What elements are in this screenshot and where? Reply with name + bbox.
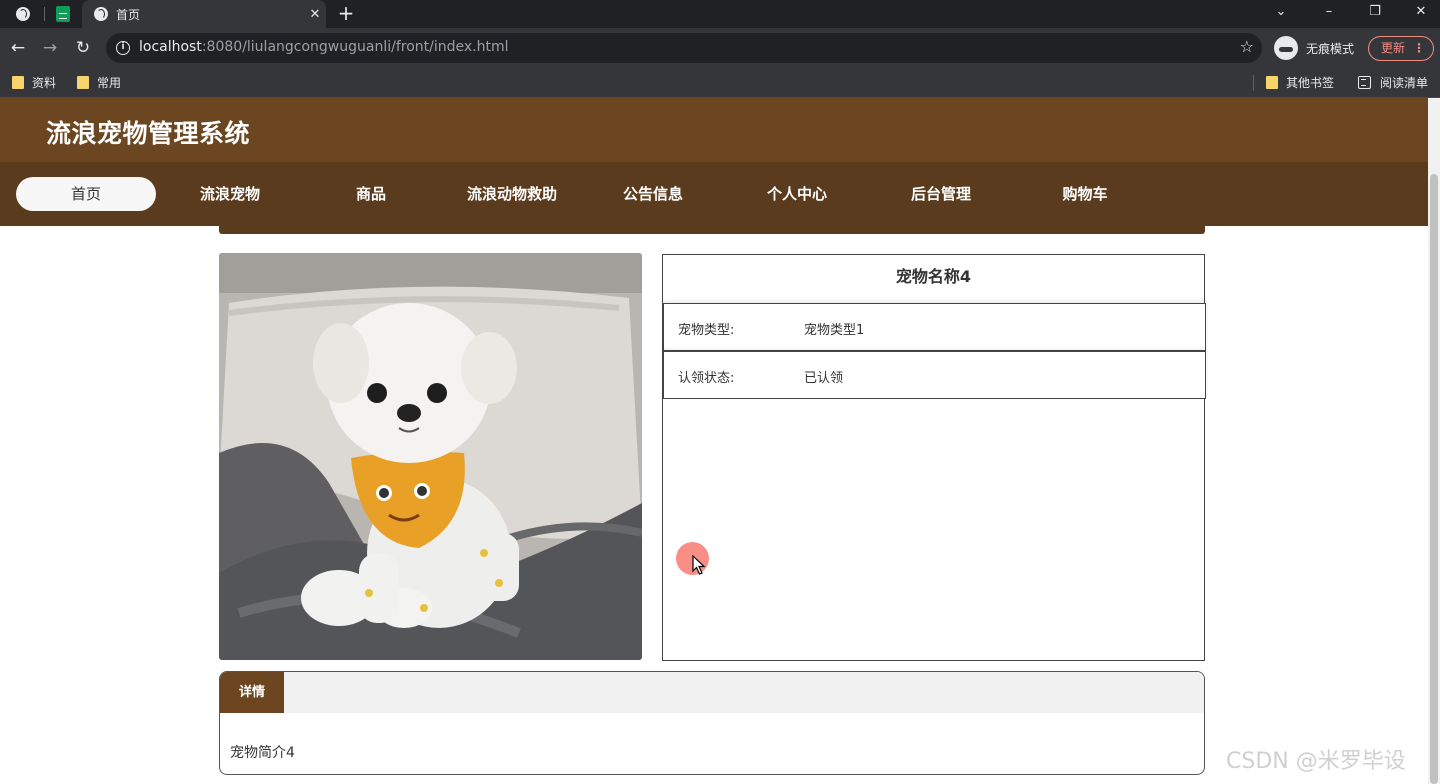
folder-icon xyxy=(1266,76,1278,89)
pet-info-panel: 宠物名称4 宠物类型: 宠物类型1 认领状态: 已认领 xyxy=(662,254,1206,661)
forward-arrow-icon[interactable]: → xyxy=(38,36,62,60)
adoption-status-label: 认领状态: xyxy=(678,371,735,386)
nav-item-admin[interactable]: 后台管理 xyxy=(871,177,1011,211)
url-text[interactable]: localhost:8080/liulangcongwuguanli/front… xyxy=(139,39,509,55)
minimize-button[interactable]: – xyxy=(1314,1,1344,23)
page-content: 流浪宠物管理系统 首页 流浪宠物 商品 流浪动物救助 公告信息 个人中心 后台管… xyxy=(0,98,1428,784)
pet-photo xyxy=(219,253,642,660)
pointer-icon xyxy=(692,555,706,575)
window-close-button[interactable]: ✕ xyxy=(1406,1,1436,23)
bookmark-label: 常用 xyxy=(97,76,122,90)
site-nav: 首页 流浪宠物 商品 流浪动物救助 公告信息 个人中心 后台管理 购物车 xyxy=(0,162,1428,226)
site-header: 流浪宠物管理系统 xyxy=(0,98,1428,162)
bookmark-star-icon[interactable]: ☆ xyxy=(1240,37,1254,56)
bookmark-label: 资料 xyxy=(32,76,57,90)
nav-underbar xyxy=(219,226,1205,234)
adoption-status-value: 已认领 xyxy=(804,371,844,386)
scrollbar-thumb[interactable] xyxy=(1430,174,1438,784)
bookmark-folder-changyong[interactable]: 常用 xyxy=(77,74,121,91)
tab-details[interactable]: 详情 xyxy=(220,672,284,713)
nav-item-rescue[interactable]: 流浪动物救助 xyxy=(442,177,582,211)
tab-title: 首页 xyxy=(116,7,141,22)
incognito-icon xyxy=(1274,36,1298,60)
new-tab-button[interactable]: + xyxy=(336,2,356,24)
incognito-indicator[interactable]: 无痕模式 xyxy=(1274,35,1354,61)
bookmark-label: 其他书签 xyxy=(1286,76,1335,90)
pet-type-label: 宠物类型: xyxy=(678,323,735,338)
reading-list[interactable]: 阅读清单 xyxy=(1358,74,1428,91)
pinned-sheets-tab[interactable] xyxy=(48,3,78,25)
update-label: 更新 xyxy=(1381,41,1406,55)
detail-tab-bar: 详情 xyxy=(220,672,1204,713)
pet-intro: 宠物简介4 xyxy=(230,745,295,761)
info-row-type: 宠物类型: 宠物类型1 xyxy=(663,303,1206,351)
reload-icon[interactable]: ↻ xyxy=(71,36,95,60)
bookmark-folder-ziliao[interactable]: 资料 xyxy=(12,74,56,91)
back-arrow-icon[interactable]: ← xyxy=(6,36,30,60)
nav-item-announcements[interactable]: 公告信息 xyxy=(583,177,723,211)
chevron-down-icon[interactable]: ⌄ xyxy=(1266,1,1296,23)
close-icon[interactable]: ✕ xyxy=(304,7,326,22)
browser-toolbar: ← → ↻ i localhost:8080/liulangcongwuguan… xyxy=(0,28,1440,68)
sheets-icon xyxy=(56,6,70,22)
nav-item-home[interactable]: 首页 xyxy=(16,177,156,211)
bookmarks-bar: 资料 常用 其他书签 阅读清单 xyxy=(0,68,1440,98)
bookmark-label: 阅读清单 xyxy=(1380,76,1429,90)
address-bar[interactable]: i localhost:8080/liulangcongwuguanli/fro… xyxy=(106,33,1262,63)
nav-item-stray-pets[interactable]: 流浪宠物 xyxy=(160,177,300,211)
info-icon[interactable]: i xyxy=(116,41,130,55)
bookmark-divider xyxy=(1253,75,1254,91)
globe-icon xyxy=(94,7,108,21)
page-scrollbar[interactable] xyxy=(1428,98,1440,784)
pet-type-value: 宠物类型1 xyxy=(804,323,865,338)
tab-divider xyxy=(44,7,45,21)
pinned-tab[interactable] xyxy=(8,3,38,25)
restore-button[interactable]: ❐ xyxy=(1360,1,1390,23)
nav-item-cart[interactable]: 购物车 xyxy=(1015,177,1155,211)
info-row-status: 认领状态: 已认领 xyxy=(663,351,1206,399)
pet-photo-image xyxy=(219,253,642,660)
reading-list-icon xyxy=(1358,76,1371,89)
folder-icon xyxy=(77,76,89,89)
nav-item-goods[interactable]: 商品 xyxy=(301,177,441,211)
detail-section: 详情 宠物简介4 xyxy=(219,671,1205,775)
browser-tab-strip: 首页 ✕ + ⌄ – ❐ ✕ xyxy=(0,0,1440,28)
bookmark-folder-other[interactable]: 其他书签 xyxy=(1266,74,1334,91)
incognito-label: 无痕模式 xyxy=(1306,41,1355,56)
nav-item-personal-center[interactable]: 个人中心 xyxy=(727,177,867,211)
globe-icon xyxy=(16,7,30,21)
site-title: 流浪宠物管理系统 xyxy=(46,119,251,148)
more-icon: ⋮ xyxy=(1413,41,1425,55)
pet-name: 宠物名称4 xyxy=(895,267,972,286)
active-tab[interactable]: 首页 ✕ xyxy=(82,0,326,28)
folder-icon xyxy=(12,76,24,89)
watermark: CSDN @米罗毕设 xyxy=(1226,749,1406,774)
mouse-cursor xyxy=(676,542,712,578)
update-button[interactable]: 更新 ⋮ xyxy=(1368,36,1434,61)
